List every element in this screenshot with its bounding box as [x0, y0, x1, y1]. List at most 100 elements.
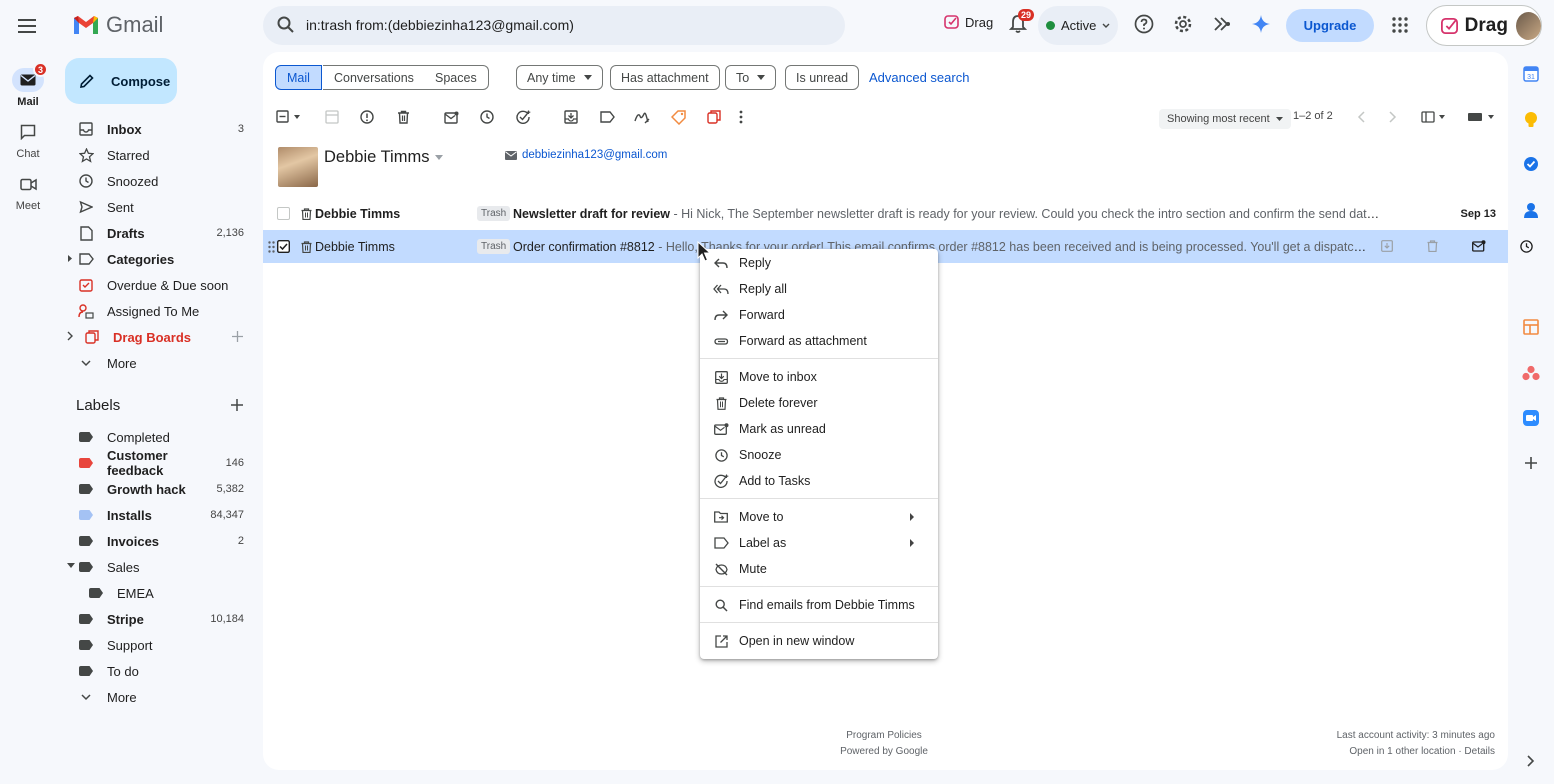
contacts-icon[interactable]	[1520, 199, 1542, 221]
label-item-customer-feedback[interactable]: Customer feedback 146	[66, 448, 256, 478]
sort-selector[interactable]: Showing most recent	[1159, 109, 1291, 129]
menu-item-snooze[interactable]: Snooze	[700, 442, 938, 468]
snooze-icon[interactable]	[478, 108, 496, 126]
status-selector[interactable]: Active	[1038, 6, 1118, 45]
nav-snoozed[interactable]: Snoozed	[66, 168, 256, 194]
dashboard-addon-icon[interactable]	[1520, 316, 1542, 338]
details-link[interactable]: Open in 1 other location · Details	[1337, 744, 1495, 760]
nav-drafts[interactable]: Drafts 2,136	[66, 220, 256, 246]
nav-categories[interactable]: Categories	[66, 246, 256, 272]
nav-inbox[interactable]: Inbox 3	[66, 116, 256, 142]
mark-unread-icon[interactable]	[1472, 240, 1486, 252]
settings-gear-icon[interactable]	[1173, 14, 1193, 34]
archive-icon[interactable]	[323, 108, 341, 126]
label-item-emea[interactable]: EMEA	[66, 580, 256, 606]
drag-button[interactable]: Drag	[944, 14, 993, 30]
program-policies-link[interactable]: Program Policies	[808, 728, 960, 744]
report-spam-icon[interactable]	[358, 108, 376, 126]
search-input[interactable]	[306, 14, 766, 36]
compose-button[interactable]: Compose	[65, 58, 177, 104]
more-vert-icon[interactable]	[732, 108, 750, 126]
label-item-completed[interactable]: Completed	[66, 424, 256, 450]
extensions-icon[interactable]	[1212, 14, 1232, 34]
next-page-icon[interactable]	[1384, 108, 1402, 126]
menu-item-reply-all[interactable]: Reply all	[700, 276, 938, 302]
filter-mail[interactable]: Mail	[275, 65, 322, 90]
nav-starred[interactable]: Starred	[66, 142, 256, 168]
label-item-todo[interactable]: To do	[66, 658, 256, 684]
zoom-addon-icon[interactable]	[1520, 407, 1542, 429]
move-to-inbox-icon[interactable]	[562, 108, 580, 126]
avatar[interactable]	[1515, 11, 1541, 40]
row-checkbox-checked[interactable]	[277, 240, 290, 253]
signature-icon[interactable]	[633, 108, 651, 126]
menu-item-mark-unread[interactable]: Mark as unread	[700, 416, 938, 442]
main-menu-icon[interactable]	[14, 12, 42, 40]
gmail-logo[interactable]: Gmail	[72, 12, 163, 38]
previous-page-icon[interactable]	[1352, 108, 1370, 126]
add-label-icon[interactable]	[230, 398, 244, 412]
google-apps-icon[interactable]	[1392, 17, 1408, 33]
menu-item-delete-forever[interactable]: Delete forever	[700, 390, 938, 416]
help-icon[interactable]	[1134, 14, 1154, 34]
label-item-sales[interactable]: Sales	[66, 554, 256, 580]
rail-chat[interactable]: Chat	[0, 120, 56, 160]
filter-to[interactable]: To	[725, 65, 777, 90]
nav-sent[interactable]: Sent	[66, 194, 256, 220]
account-switcher[interactable]: Drag	[1426, 5, 1542, 46]
mark-unread-icon[interactable]	[442, 108, 460, 126]
contact-email[interactable]: debbiezinha123@gmail.com	[505, 149, 667, 161]
keep-icon[interactable]	[1520, 109, 1542, 131]
filter-has-attachment[interactable]: Has attachment	[610, 65, 720, 90]
filter-any-time[interactable]: Any time	[516, 65, 603, 90]
menu-item-reply[interactable]: Reply	[700, 250, 938, 276]
search-bar[interactable]	[263, 6, 1092, 45]
add-to-tasks-icon[interactable]	[514, 108, 532, 126]
rail-mail[interactable]: 3 Mail	[0, 62, 56, 108]
drag-handle-icon[interactable]	[268, 240, 275, 253]
menu-item-forward-attachment[interactable]: Forward as attachment	[700, 328, 938, 354]
delete-icon[interactable]	[1427, 240, 1438, 252]
row-checkbox[interactable]	[277, 207, 290, 220]
menu-item-find-emails[interactable]: Find emails from Debbie Timms	[700, 592, 938, 618]
get-addons-plus-icon[interactable]	[1520, 452, 1542, 474]
labels-more[interactable]: More	[66, 684, 256, 710]
search-icon[interactable]	[277, 16, 295, 34]
archive-icon[interactable]	[1381, 240, 1393, 252]
drag-board-icon[interactable]	[705, 108, 723, 126]
select-all-checkbox[interactable]	[276, 108, 304, 126]
rail-meet[interactable]: Meet	[0, 172, 56, 212]
label-item-support[interactable]: Support	[66, 632, 256, 658]
label-item-stripe[interactable]: Stripe 10,184	[66, 606, 256, 632]
contact-name[interactable]: Debbie Timms	[324, 148, 444, 167]
nav-overdue[interactable]: Overdue & Due soon	[66, 272, 256, 298]
hide-side-panel-icon[interactable]	[1520, 750, 1542, 772]
split-pane-toggle-icon[interactable]	[1420, 108, 1448, 126]
menu-item-open-new-window[interactable]: Open in new window	[700, 628, 938, 654]
expand-boards-icon[interactable]	[67, 331, 73, 341]
label-icon[interactable]	[598, 108, 616, 126]
calendar-icon[interactable]: 31	[1520, 63, 1542, 85]
add-board-icon[interactable]	[232, 331, 243, 342]
nav-assigned[interactable]: Assigned To Me	[66, 298, 256, 324]
label-item-invoices[interactable]: Invoices 2	[66, 528, 256, 554]
snooze-icon[interactable]	[1520, 240, 1533, 253]
menu-item-mute[interactable]: Mute	[700, 556, 938, 582]
email-row[interactable]: Debbie Timms Trash Newsletter draft for …	[263, 197, 1508, 230]
tasks-icon[interactable]	[1520, 153, 1542, 175]
menu-item-forward[interactable]: Forward	[700, 302, 938, 328]
filter-spaces[interactable]: Spaces	[424, 65, 489, 90]
menu-item-label-as[interactable]: Label as	[700, 530, 938, 556]
collapse-sales-icon[interactable]	[67, 563, 75, 569]
filter-conversations[interactable]: Conversations	[323, 65, 426, 90]
label-item-growth-hack[interactable]: Growth hack 5,382	[66, 476, 256, 502]
input-tools-keyboard-icon[interactable]	[1467, 108, 1497, 126]
gemini-sparkle-icon[interactable]	[1251, 14, 1271, 34]
menu-item-move-to-inbox[interactable]: Move to inbox	[700, 364, 938, 390]
delete-icon[interactable]	[394, 108, 412, 126]
menu-item-add-to-tasks[interactable]: Add to Tasks	[700, 468, 938, 494]
tag-orange-icon[interactable]	[669, 108, 687, 126]
upgrade-button[interactable]: Upgrade	[1286, 9, 1374, 42]
menu-item-move-to[interactable]: Move to	[700, 504, 938, 530]
nav-more[interactable]: More	[66, 350, 256, 376]
